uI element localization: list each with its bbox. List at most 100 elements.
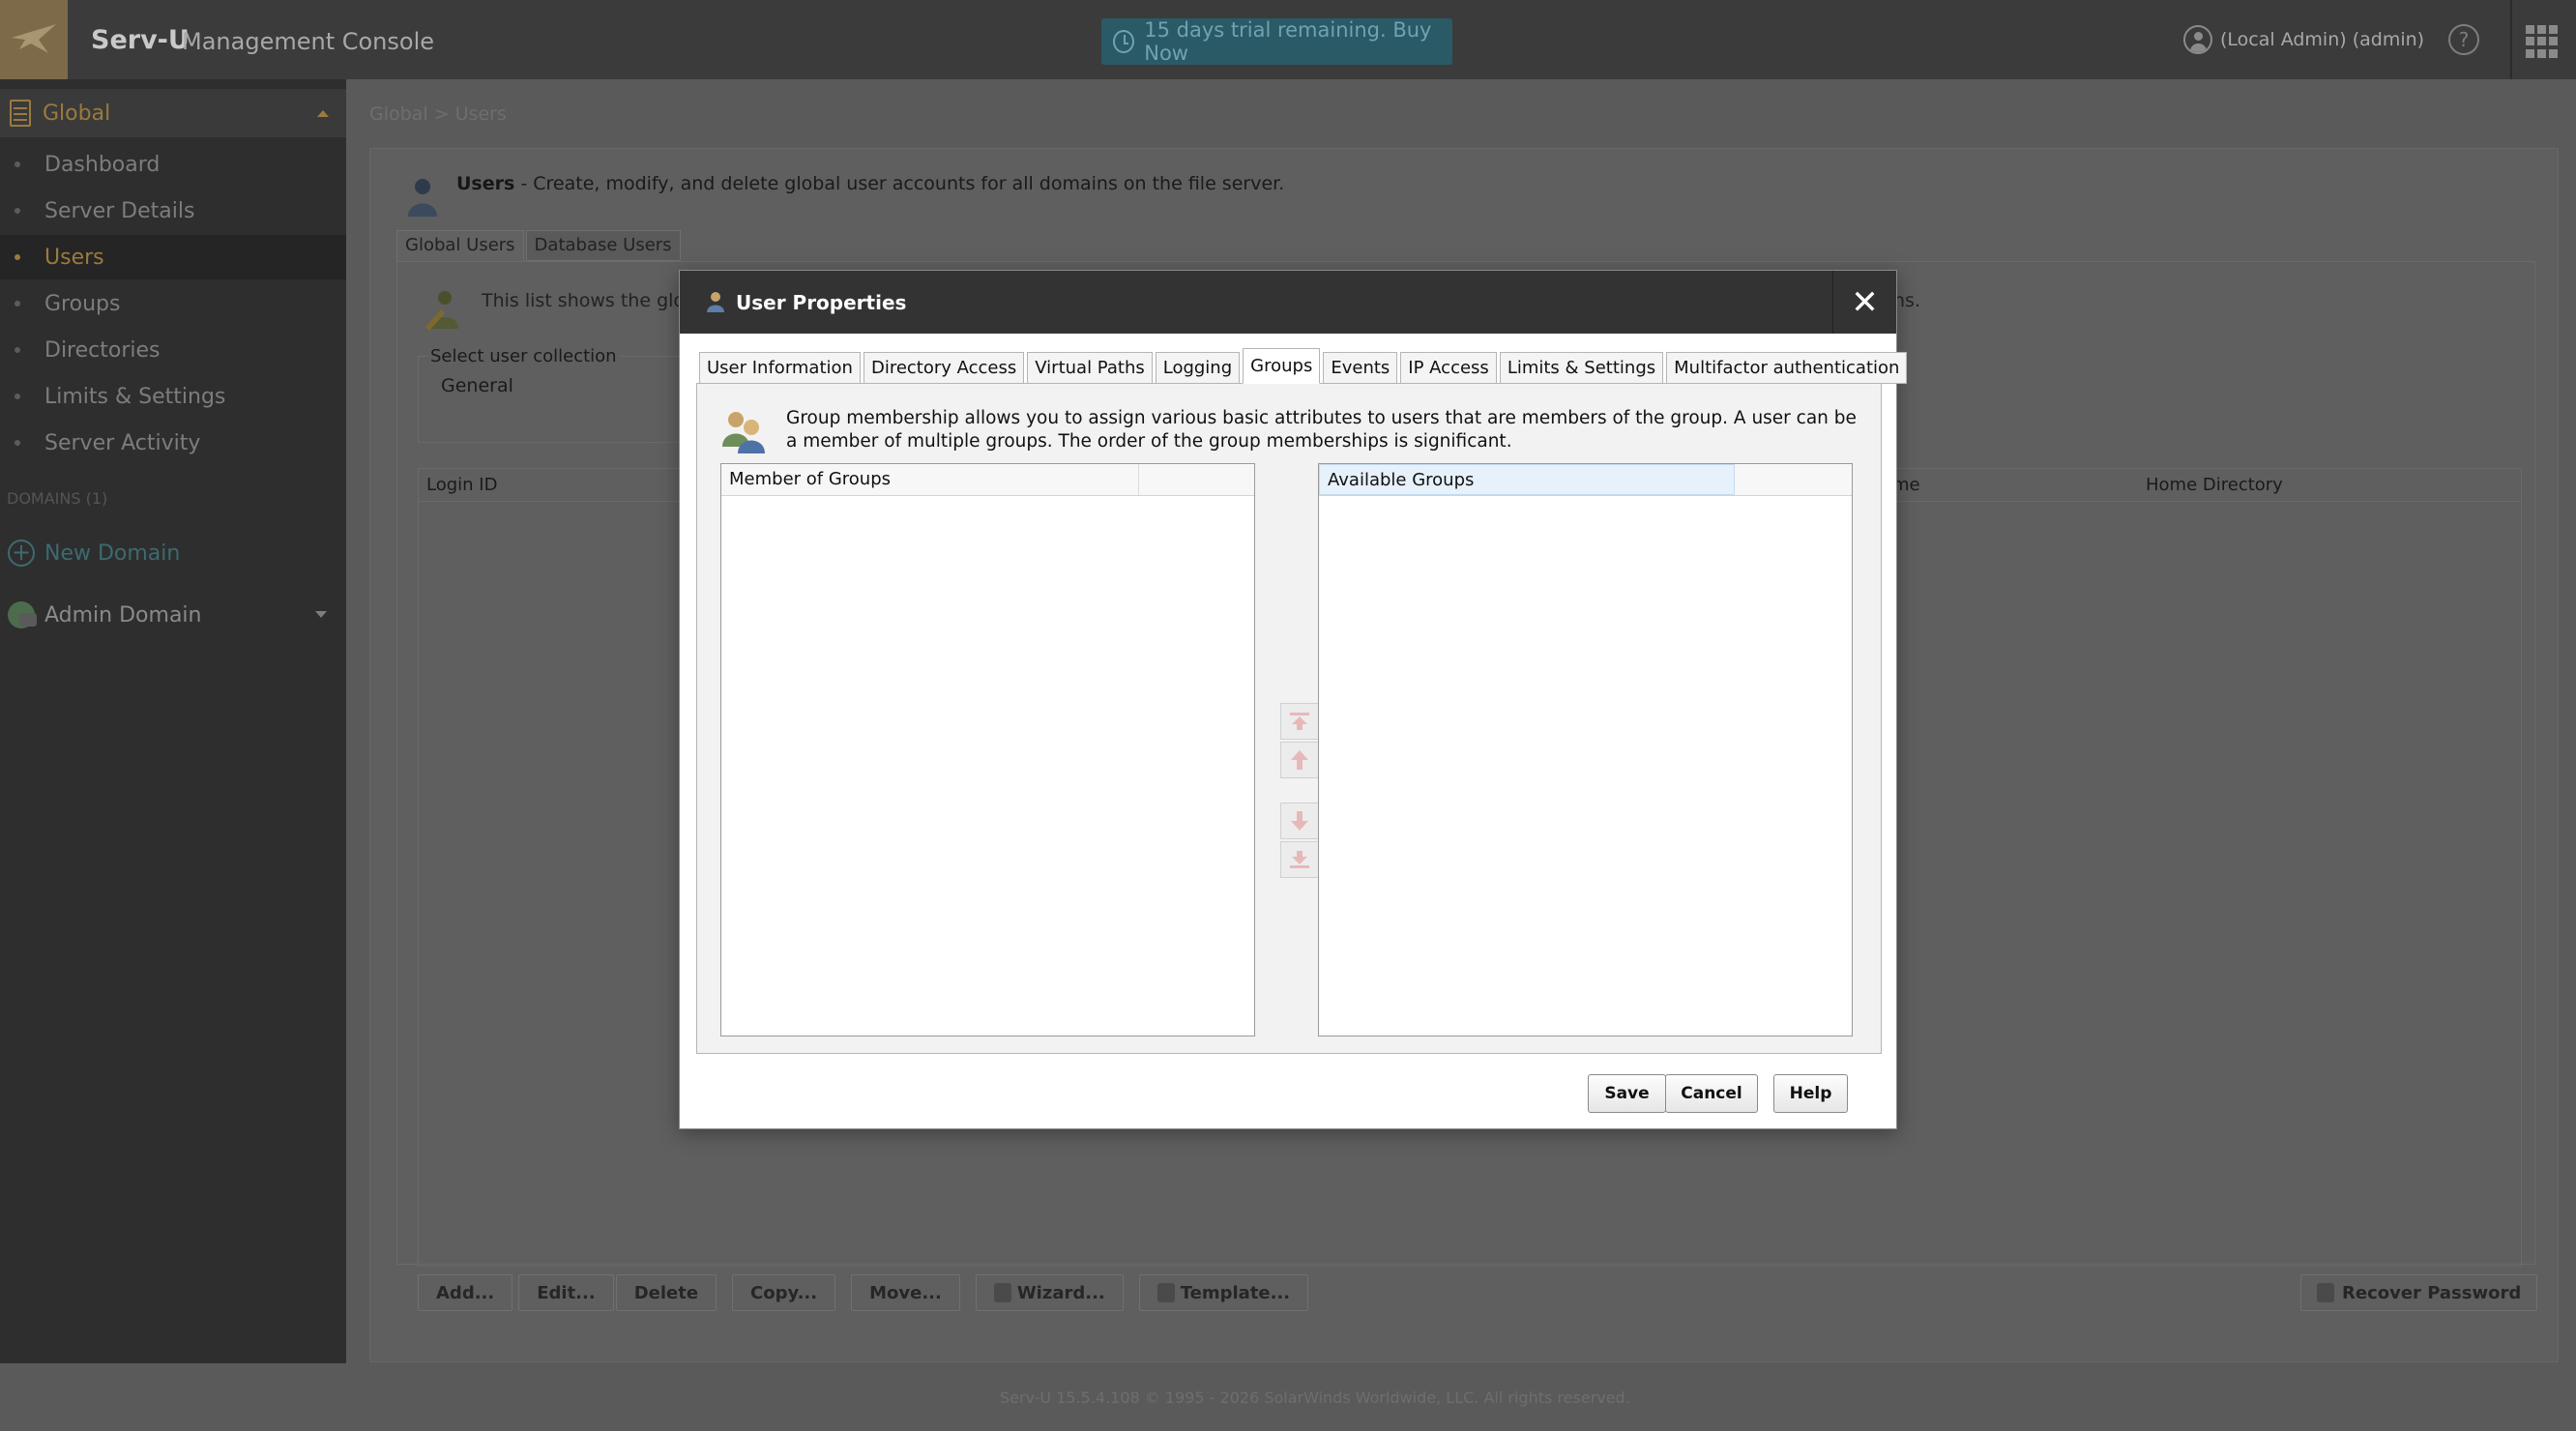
trial-banner[interactable]: 15 days trial remaining. Buy Now [1101,18,1452,65]
sidebar-item-admin-domain[interactable]: Admin Domain [8,601,337,628]
bullet-icon [15,440,20,446]
serv-u-logo[interactable] [0,0,68,79]
help-button[interactable]: Help [1773,1074,1848,1113]
group-users-icon [722,412,765,453]
template-button[interactable]: Template... [1138,1274,1309,1311]
wizard-label: Wizard... [1016,1282,1105,1303]
groups-tab-panel: Group membership allows you to assign va… [696,383,1882,1054]
breadcrumb: Global > Users [369,103,507,125]
users-title-description: - Create, modify, and delete global user… [514,173,1285,194]
dialog-title: User Properties [736,291,907,314]
domain-globe-icon [8,601,37,628]
sidebar-item-groups[interactable]: Groups [0,281,346,326]
users-page-icon [408,179,437,217]
bullet-icon [15,394,20,399]
tab-directory-access[interactable]: Directory Access [863,352,1025,384]
wizard-button[interactable]: Wizard... [975,1274,1124,1311]
user-properties-tabs: User Information Directory Access Virtua… [699,348,1908,384]
tab-events[interactable]: Events [1323,352,1398,384]
help-icon[interactable]: ? [2448,24,2479,55]
template-label: Template... [1180,1282,1291,1303]
sidebar-item-dashboard[interactable]: Dashboard [0,142,346,187]
sidebar: Global Dashboard Server Details Users Gr… [0,79,346,1363]
tab-logging[interactable]: Logging [1155,352,1241,384]
tab-global-users[interactable]: Global Users [396,230,524,261]
sidebar-item-server-activity[interactable]: Server Activity [0,421,346,465]
sidebar-item-label: Dashboard [44,152,161,177]
bullet-icon [15,161,20,167]
sidebar-section-global[interactable]: Global [0,89,346,137]
member-of-groups-header-row: Member of Groups [721,464,1254,496]
logo-bird-icon [12,24,56,53]
users-title-bold: Users [456,173,515,194]
available-groups-header-row: Available Groups [1319,464,1852,496]
user-properties-dialog: User Properties ✕ User Information Direc… [679,270,1908,1129]
sidebar-item-label: Server Details [44,198,195,223]
delete-user-button[interactable]: Delete [615,1274,717,1311]
column-login-id[interactable]: Login ID [426,475,497,495]
tab-multifactor-authentication[interactable]: Multifactor authentication [1666,352,1908,384]
sidebar-item-users[interactable]: Users [0,235,346,279]
apps-grid-icon[interactable] [2526,25,2559,58]
users-tabs: Global Users Database Users [396,230,681,261]
member-of-groups-list[interactable]: Member of Groups [720,463,1255,1037]
add-user-button[interactable]: Add... [418,1274,513,1311]
arrow-up-icon [1291,750,1308,770]
domains-heading: DOMAINS (1) [7,489,108,508]
server-icon [10,100,31,127]
tab-virtual-paths[interactable]: Virtual Paths [1027,352,1153,384]
user-collection-group [418,356,688,443]
bullet-icon [15,208,20,214]
bullet-icon [15,347,20,353]
recover-password-button[interactable]: Recover Password [2300,1274,2538,1311]
groups-description: Group membership allows you to assign va… [786,408,1857,452]
sidebar-item-server-details[interactable]: Server Details [0,189,346,233]
available-groups-list[interactable]: Available Groups [1318,463,1853,1037]
recover-password-label: Recover Password [2342,1282,2522,1303]
sidebar-item-label: Directories [44,337,161,363]
recover-password-icon [2317,1283,2334,1302]
cancel-button[interactable]: Cancel [1665,1074,1758,1113]
user-avatar-icon [2183,25,2212,54]
sidebar-item-label: Users [44,245,104,270]
copyright-text: Serv-U 15.5.4.108 © 1995 - 2026 SolarWin… [1000,1388,1630,1407]
move-down-button[interactable] [1280,803,1319,839]
tab-user-information[interactable]: User Information [699,352,861,384]
app-subtitle: Management Console [182,28,434,55]
move-to-top-icon [1290,713,1309,730]
apps-separator [2510,0,2512,79]
tab-limits-settings[interactable]: Limits & Settings [1499,352,1664,384]
user-menu[interactable]: (Local Admin) (admin) [2183,25,2424,54]
dialog-header[interactable]: User Properties ✕ [680,271,1896,334]
new-domain-button[interactable]: + New Domain [8,540,180,567]
sidebar-item-directories[interactable]: Directories [0,328,346,372]
tab-ip-access[interactable]: IP Access [1400,352,1497,384]
arrow-down-icon [1291,811,1308,831]
sidebar-item-label: Limits & Settings [44,384,226,409]
available-groups-header[interactable]: Available Groups [1319,464,1735,495]
top-bar: Serv-U Management Console 15 days trial … [0,0,2576,79]
copy-user-button[interactable]: Copy... [732,1274,836,1311]
column-home-directory[interactable]: Home Directory [2146,475,2283,495]
tab-groups[interactable]: Groups [1243,348,1321,384]
sidebar-item-label: Groups [44,291,121,316]
move-user-button[interactable]: Move... [851,1274,960,1311]
move-to-top-button[interactable] [1280,703,1319,740]
close-icon[interactable]: ✕ [1832,271,1896,334]
move-to-bottom-icon [1290,851,1309,868]
sidebar-item-limits-settings[interactable]: Limits & Settings [0,374,346,419]
collection-select[interactable]: General [441,375,513,396]
tab-database-users[interactable]: Database Users [525,230,681,261]
collapse-caret-icon [317,110,329,117]
users-action-buttons: Add... Edit... Delete Copy... Move... Wi… [418,1274,1314,1311]
app-name: Serv-U [91,25,190,55]
edit-user-button[interactable]: Edit... [518,1274,614,1311]
member-of-groups-header[interactable]: Member of Groups [721,464,1139,495]
save-button[interactable]: Save [1588,1074,1666,1113]
sidebar-section-title: Global [43,101,111,126]
list-description-end: ns. [1893,290,1920,311]
move-to-bottom-button[interactable] [1280,841,1319,878]
move-up-button[interactable] [1280,742,1319,778]
expand-caret-icon [315,611,327,618]
edit-user-icon [425,291,458,331]
